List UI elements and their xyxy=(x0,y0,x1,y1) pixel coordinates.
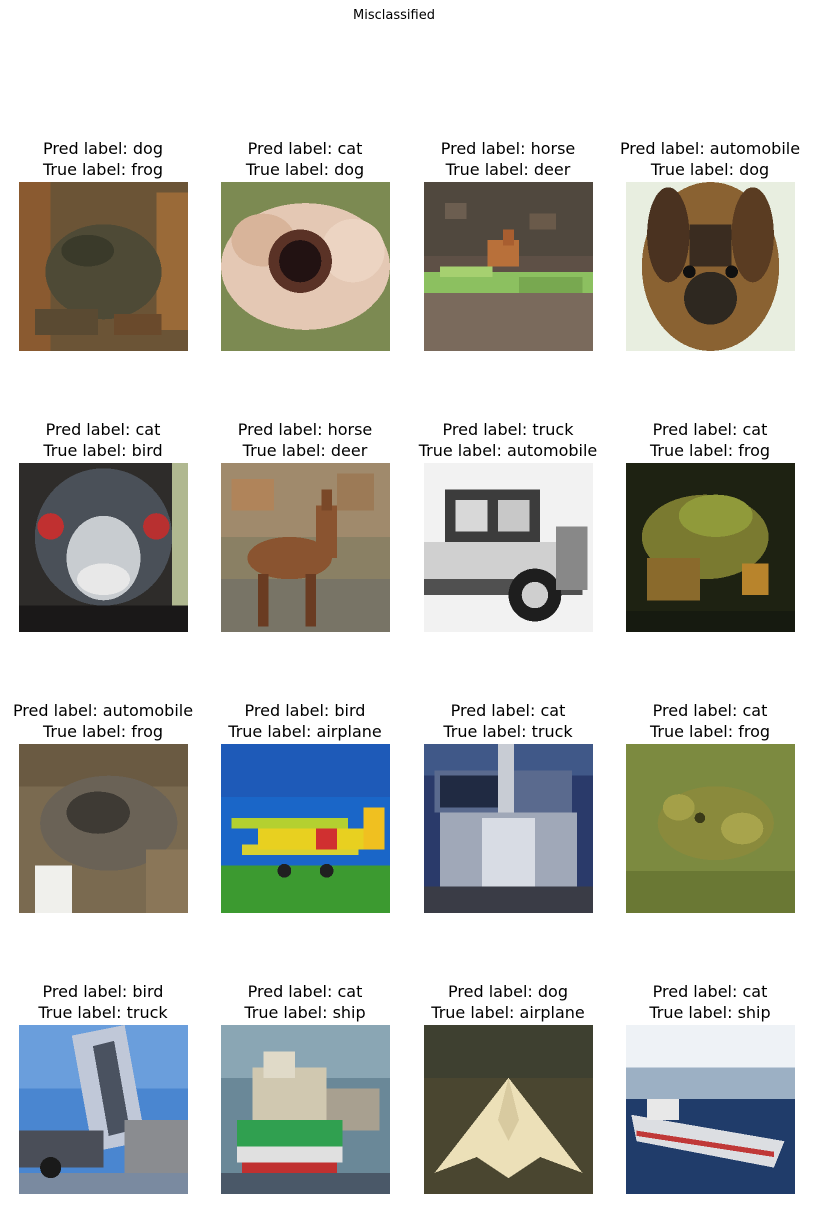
true-label: True label: dog xyxy=(650,160,770,179)
thumbnail-image xyxy=(625,1025,795,1194)
pred-label: Pred label: cat xyxy=(247,139,363,158)
pred-label: Pred label: dog xyxy=(43,139,163,158)
thumbnail-image xyxy=(18,463,188,632)
thumbnail-image xyxy=(625,182,795,351)
pred-label: Pred label: cat xyxy=(652,982,768,1001)
true-label: True label: bird xyxy=(43,441,163,460)
pred-label: Pred label: cat xyxy=(247,982,363,1001)
thumbnail-image xyxy=(18,182,188,351)
true-label: True label: automobile xyxy=(418,441,598,460)
thumbnail-image xyxy=(423,463,593,632)
pred-label: Pred label: automobile xyxy=(12,701,194,720)
thumbnail-image xyxy=(220,182,390,351)
true-label: True label: airplane xyxy=(431,1003,585,1022)
thumbnail-image xyxy=(18,1025,188,1194)
thumbnail-image xyxy=(423,744,593,913)
true-label: True label: ship xyxy=(649,1003,771,1022)
true-label: True label: truck xyxy=(38,1003,168,1022)
figure-title: Misclassified xyxy=(353,8,435,23)
pred-label: Pred label: horse xyxy=(440,139,576,158)
true-label: True label: dog xyxy=(245,160,365,179)
pred-label: Pred label: cat xyxy=(450,701,566,720)
pred-label: Pred label: automobile xyxy=(619,139,801,158)
thumbnail-image xyxy=(220,463,390,632)
pred-label: Pred label: cat xyxy=(45,420,161,439)
pred-label: Pred label: bird xyxy=(244,701,366,720)
true-label: True label: truck xyxy=(443,722,573,741)
thumbnail-image xyxy=(423,182,593,351)
thumbnail-image xyxy=(220,1025,390,1194)
pred-label: Pred label: cat xyxy=(652,420,768,439)
thumbnail-image xyxy=(18,744,188,913)
true-label: True label: deer xyxy=(242,441,368,460)
true-label: True label: frog xyxy=(649,441,771,460)
pred-label: Pred label: bird xyxy=(42,982,164,1001)
thumbnail-image xyxy=(220,744,390,913)
pred-label: Pred label: dog xyxy=(448,982,568,1001)
true-label: True label: ship xyxy=(244,1003,366,1022)
thumbnail-image xyxy=(625,744,795,913)
true-label: True label: frog xyxy=(42,160,164,179)
thumbnail-image xyxy=(625,463,795,632)
pred-label: Pred label: cat xyxy=(652,701,768,720)
true-label: True label: frog xyxy=(42,722,164,741)
pred-label: Pred label: horse xyxy=(237,420,373,439)
true-label: True label: airplane xyxy=(228,722,382,741)
thumbnail-image xyxy=(423,1025,593,1194)
true-label: True label: deer xyxy=(445,160,571,179)
true-label: True label: frog xyxy=(649,722,771,741)
pred-label: Pred label: truck xyxy=(442,420,574,439)
